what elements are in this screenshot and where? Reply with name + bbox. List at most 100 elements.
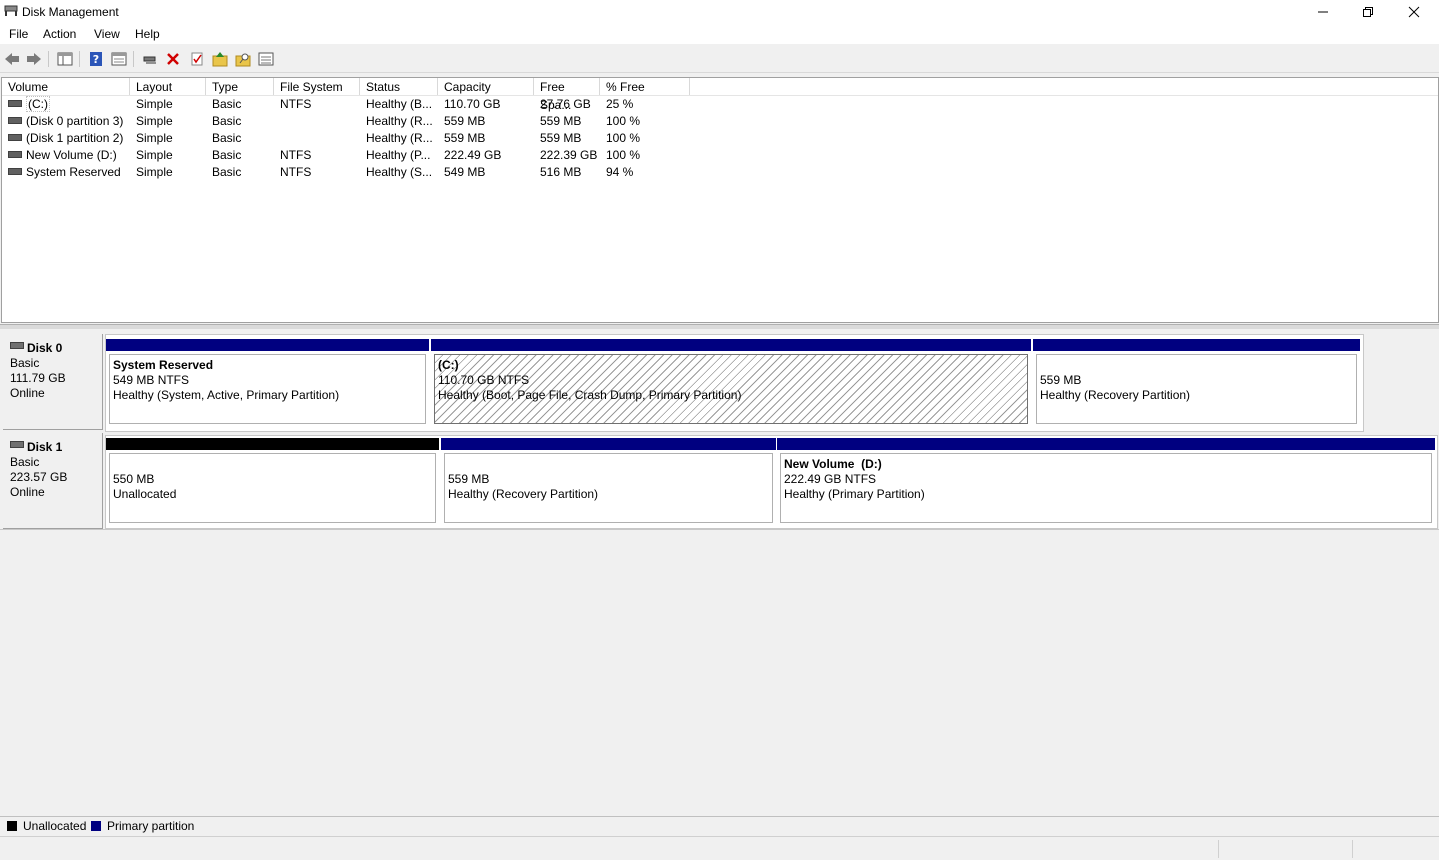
volume-status: Healthy (R... xyxy=(366,114,433,128)
restore-button[interactable] xyxy=(1345,0,1391,24)
volume-capacity: 110.70 GB xyxy=(444,97,501,111)
partition-title xyxy=(448,457,772,472)
partition-bar xyxy=(777,438,1435,450)
help-button[interactable]: ? xyxy=(87,50,105,68)
disk-1-label[interactable]: Disk 1 Basic 223.57 GB Online xyxy=(3,433,103,529)
folder-up-button[interactable] xyxy=(211,50,229,68)
volume-status: Healthy (P... xyxy=(366,148,431,162)
toolbar-separator xyxy=(133,51,134,67)
partition-status: Unallocated xyxy=(113,487,177,501)
partition-c-drive[interactable]: (C:) 110.70 GB NTFS Healthy (Boot, Page … xyxy=(431,339,1031,427)
table-row[interactable]: (Disk 0 partition 3) Simple Basic Health… xyxy=(2,113,702,130)
partition-title: (C:) xyxy=(438,358,459,372)
table-row[interactable]: New Volume (D:) Simple Basic NTFS Health… xyxy=(2,147,702,164)
volume-icon xyxy=(8,168,22,176)
column-header-percent-free[interactable]: % Free xyxy=(600,78,690,95)
disk-type: Basic xyxy=(10,455,40,469)
partition-size: 550 MB xyxy=(113,472,155,486)
menu-view[interactable]: View xyxy=(94,27,120,41)
volume-name: (Disk 1 partition 2) xyxy=(26,131,124,145)
volume-file-system: NTFS xyxy=(280,97,312,111)
back-button[interactable] xyxy=(3,50,21,68)
volume-layout: Simple xyxy=(136,131,173,145)
disk-graphical-view: Disk 0 Basic 111.79 GB Online System Res… xyxy=(0,329,1439,815)
delete-button[interactable] xyxy=(164,50,182,68)
partition-size: 549 MB NTFS xyxy=(113,373,190,387)
list-view-button[interactable] xyxy=(257,50,275,68)
folder-search-button[interactable] xyxy=(234,50,252,68)
svg-text:?: ? xyxy=(93,53,99,66)
menu-help[interactable]: Help xyxy=(135,27,160,41)
forward-button[interactable] xyxy=(25,50,43,68)
properties-button[interactable] xyxy=(110,50,128,68)
partition-unallocated[interactable]: 550 MB Unallocated xyxy=(106,438,439,526)
check-button[interactable] xyxy=(188,50,206,68)
volume-percent-free: 25 % xyxy=(606,97,634,111)
connect-icon xyxy=(143,56,156,64)
back-arrow-icon xyxy=(5,53,19,65)
partition-size: 110.70 GB NTFS xyxy=(438,373,530,387)
partition-title: New Volume (D:) xyxy=(784,457,882,471)
forward-arrow-icon xyxy=(27,53,41,65)
partition-status: Healthy (Boot, Page File, Crash Dump, Pr… xyxy=(438,388,742,402)
delete-icon xyxy=(167,53,179,65)
menu-file[interactable]: File xyxy=(9,27,28,41)
column-header-layout[interactable]: Layout xyxy=(130,78,206,95)
show-hide-console-tree-button[interactable] xyxy=(56,50,74,68)
volume-capacity: 549 MB xyxy=(444,165,486,179)
legend-label: Primary partition xyxy=(107,819,195,833)
column-header-type[interactable]: Type xyxy=(206,78,274,95)
column-header-file-system[interactable]: File System xyxy=(274,78,360,95)
properties-icon xyxy=(111,52,127,66)
list-view-icon xyxy=(258,52,274,66)
title-bar: Disk Management xyxy=(0,0,1439,24)
menu-action[interactable]: Action xyxy=(43,27,76,41)
volume-list-header: Volume Layout Type File System Status Ca… xyxy=(2,78,1438,112)
partition-system-reserved[interactable]: System Reserved 549 MB NTFS Healthy (Sys… xyxy=(106,339,429,427)
table-row[interactable]: System Reserved Simple Basic NTFS Health… xyxy=(2,164,702,181)
partition-title: System Reserved xyxy=(113,358,214,372)
column-header-free-space[interactable]: Free Spa... xyxy=(534,78,600,112)
window-title: Disk Management xyxy=(22,5,119,19)
minimize-icon xyxy=(1318,11,1328,13)
volume-type: Basic xyxy=(212,114,242,128)
partition-new-volume-d[interactable]: New Volume (D:) 222.49 GB NTFS Healthy (… xyxy=(777,438,1435,526)
partition-title xyxy=(113,457,435,472)
legend: Unallocated Primary partition xyxy=(0,816,1439,835)
legend-label: Unallocated xyxy=(23,819,87,833)
close-button[interactable] xyxy=(1391,0,1437,24)
volume-file-system: NTFS xyxy=(280,165,312,179)
column-header-capacity[interactable]: Capacity xyxy=(438,78,534,95)
table-row[interactable]: (Disk 1 partition 2) Simple Basic Health… xyxy=(2,130,702,147)
divider xyxy=(0,529,1439,530)
toolbar-separator xyxy=(79,51,80,67)
volume-layout: Simple xyxy=(136,114,173,128)
help-icon: ? xyxy=(90,52,102,66)
disk-size: 223.57 GB xyxy=(10,470,68,484)
partition-size: 222.49 GB NTFS xyxy=(784,472,877,486)
legend-swatch xyxy=(91,821,101,831)
connect-virtual-disk-button[interactable] xyxy=(141,50,159,68)
partition-title xyxy=(1040,358,1356,373)
volume-icon xyxy=(8,134,22,142)
column-header-volume[interactable]: Volume xyxy=(2,78,130,95)
disk-name: Disk 1 xyxy=(27,440,63,454)
close-icon xyxy=(1408,6,1420,18)
column-header-status[interactable]: Status xyxy=(360,78,438,95)
disk-type: Basic xyxy=(10,356,40,370)
partition-disk1-recovery[interactable]: 559 MB Healthy (Recovery Partition) xyxy=(441,438,776,526)
legend-unallocated: Unallocated xyxy=(7,819,86,833)
volume-type: Basic xyxy=(212,97,242,111)
volume-status: Healthy (S... xyxy=(366,165,433,179)
volume-name: (Disk 0 partition 3) xyxy=(26,114,124,128)
partition-status: Healthy (Recovery Partition) xyxy=(1040,388,1191,402)
disk-name: Disk 0 xyxy=(27,341,63,355)
disk-icon xyxy=(10,342,24,350)
disk-0-label[interactable]: Disk 0 Basic 111.79 GB Online xyxy=(3,334,103,430)
partition-bar xyxy=(1033,339,1360,351)
volume-layout: Simple xyxy=(136,148,173,162)
minimize-button[interactable] xyxy=(1300,0,1346,24)
disk-management-app-icon xyxy=(4,5,18,17)
partition-disk0-recovery[interactable]: 559 MB Healthy (Recovery Partition) xyxy=(1033,339,1360,427)
table-row[interactable]: (C:) Simple Basic NTFS Healthy (B... 110… xyxy=(2,96,702,113)
